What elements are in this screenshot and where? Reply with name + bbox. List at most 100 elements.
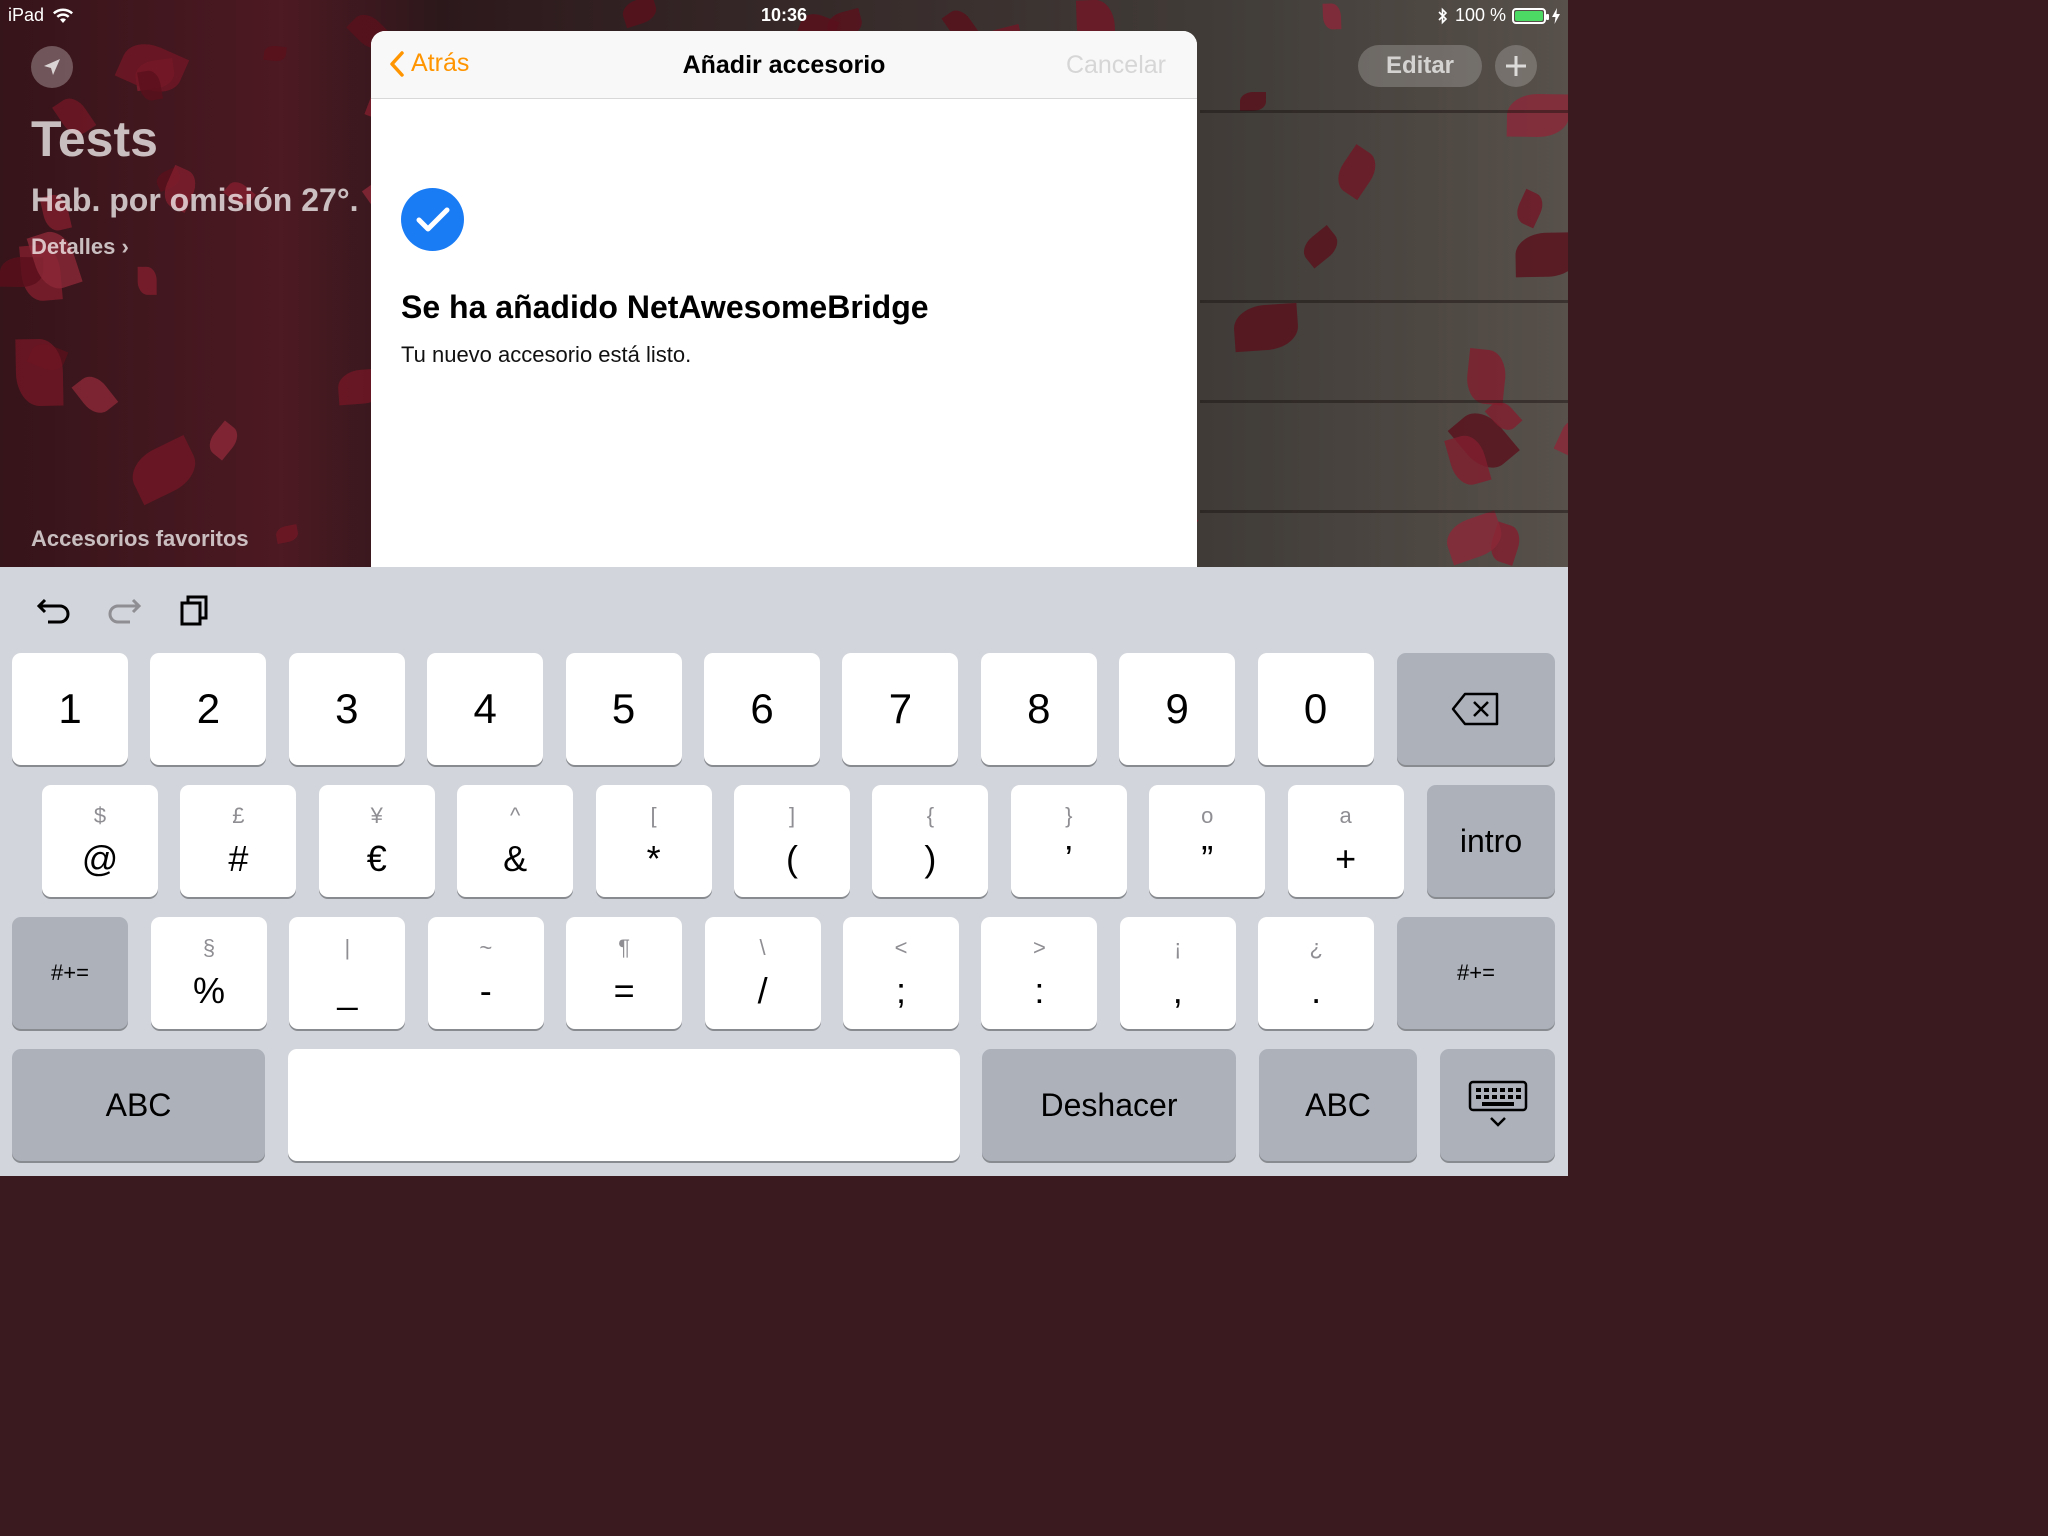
clock: 10:36	[760, 5, 808, 25]
edit-button[interactable]: Editar	[1358, 45, 1482, 87]
key-3[interactable]: 3	[288, 653, 405, 765]
key-6[interactable]: 6	[704, 653, 820, 765]
key-symbol[interactable]: | _	[289, 917, 406, 1029]
success-check-icon	[401, 188, 464, 251]
delete-icon	[1451, 692, 1499, 726]
key-label: 1	[58, 685, 82, 732]
key-label: ;	[895, 970, 906, 1011]
key-symbol[interactable]: §%	[151, 917, 267, 1029]
key-symbol[interactable]: ](	[734, 785, 850, 897]
redo-icon[interactable]	[106, 592, 142, 628]
key-label: ,	[1172, 970, 1183, 1011]
key-label: €	[366, 838, 387, 879]
key-label: (	[786, 838, 798, 879]
key-symbol[interactable]: [*	[595, 785, 712, 897]
cancel-button[interactable]: Cancelar	[1066, 51, 1166, 80]
key-symbol[interactable]: ¿.	[1258, 917, 1375, 1029]
battery-percent: 100 %	[1454, 5, 1506, 25]
return-label: intro	[1459, 822, 1523, 859]
key-alt-label: £	[232, 803, 245, 828]
home-subtitle: Hab. por omisión 27°.	[31, 182, 359, 218]
key-alt-label: ¶	[618, 935, 631, 960]
key-label: &	[503, 838, 528, 879]
key-4[interactable]: 4	[427, 653, 544, 765]
undo-icon[interactable]	[36, 592, 72, 628]
key-0[interactable]: 0	[1257, 653, 1374, 765]
key-label: ’	[1064, 838, 1073, 879]
undo-key[interactable]: Deshacer	[982, 1049, 1236, 1161]
key-symbol[interactable]: $ @	[42, 785, 158, 897]
space-key[interactable]	[288, 1049, 960, 1161]
key-alt-label: ¥	[370, 803, 383, 828]
paste-icon[interactable]	[176, 592, 212, 628]
key-alt-label: >	[1032, 935, 1046, 960]
key-label: %	[192, 970, 225, 1011]
key-symbol[interactable]: {)	[872, 785, 989, 897]
key-alt-label: |	[344, 935, 351, 960]
abc-key-right[interactable]: ABC	[1259, 1049, 1417, 1161]
key-symbol[interactable]: }’	[1010, 785, 1127, 897]
key-alt-label: o	[1201, 803, 1214, 828]
delete-key[interactable]	[1397, 653, 1555, 765]
key-alt-label: \	[759, 935, 766, 960]
key-label: 4	[473, 685, 497, 732]
bluetooth-icon	[1438, 7, 1448, 24]
shift-label: #+=	[1457, 960, 1495, 985]
success-title: Se ha añadido NetAwesomeBridge	[401, 289, 929, 325]
key-alt-label: }	[1065, 803, 1073, 828]
add-accessory-modal: Atrás Añadir accesorio Cancelar Se ha añ…	[371, 31, 1197, 567]
key-label: 2	[196, 685, 221, 732]
key-2[interactable]: 2	[150, 653, 267, 765]
key-symbol[interactable]: ~ -	[427, 917, 544, 1029]
key-alt-label: §	[202, 935, 216, 960]
key-symbol[interactable]: ^ &	[457, 785, 574, 897]
key-label: #	[228, 838, 249, 879]
plus-icon	[1506, 56, 1526, 76]
key-label: 6	[750, 685, 774, 732]
more-symbols-key-left[interactable]: #+=	[12, 917, 128, 1029]
key-label: *	[646, 838, 661, 879]
key-label: 3	[335, 685, 359, 732]
key-alt-label: ]	[788, 803, 796, 828]
key-1[interactable]: 1	[12, 653, 128, 765]
dismiss-keyboard-key[interactable]	[1440, 1049, 1555, 1161]
details-link[interactable]: Detalles ›	[31, 234, 129, 260]
key-label: 7	[888, 685, 913, 732]
abc-label: ABC	[1305, 1086, 1371, 1123]
key-label: )	[924, 838, 937, 879]
key-symbol[interactable]: £ #	[180, 785, 297, 897]
battery-icon	[1512, 7, 1549, 24]
key-label: ”	[1201, 838, 1214, 879]
key-symbol[interactable]: o”	[1149, 785, 1266, 897]
key-label: /	[757, 970, 768, 1011]
key-symbol[interactable]: <;	[843, 917, 959, 1029]
key-symbol[interactable]: ¡,	[1119, 917, 1236, 1029]
key-alt-label: {	[926, 803, 935, 828]
key-label: =	[613, 970, 635, 1011]
abc-key-left[interactable]: ABC	[12, 1049, 265, 1161]
key-5[interactable]: 5	[565, 653, 682, 765]
key-alt-label: a	[1339, 803, 1352, 828]
return-key[interactable]: intro	[1427, 785, 1555, 897]
key-symbol[interactable]: >:	[981, 917, 1098, 1029]
location-button[interactable]	[31, 46, 73, 88]
key-label: :	[1034, 970, 1045, 1011]
key-8[interactable]: 8	[980, 653, 1097, 765]
key-alt-label: [	[650, 803, 657, 828]
key-alt-label: ~	[479, 935, 493, 960]
key-label: 0	[1303, 685, 1328, 732]
key-symbol[interactable]: ¥ €	[318, 785, 435, 897]
key-label: -	[479, 970, 492, 1011]
keyboard-toolbar	[0, 567, 1568, 647]
more-symbols-key-right[interactable]: #+=	[1397, 917, 1555, 1029]
key-alt-label: ¡	[1174, 935, 1182, 960]
key-9[interactable]: 9	[1119, 653, 1236, 765]
key-symbol[interactable]: ¶ =	[566, 917, 683, 1029]
key-symbol[interactable]: a +	[1287, 785, 1404, 897]
key-alt-label: $	[93, 803, 107, 828]
add-button[interactable]	[1495, 45, 1537, 87]
key-alt-label: <	[894, 935, 908, 960]
key-7[interactable]: 7	[842, 653, 959, 765]
key-symbol[interactable]: \ /	[704, 917, 821, 1029]
key-label: 5	[611, 685, 636, 732]
